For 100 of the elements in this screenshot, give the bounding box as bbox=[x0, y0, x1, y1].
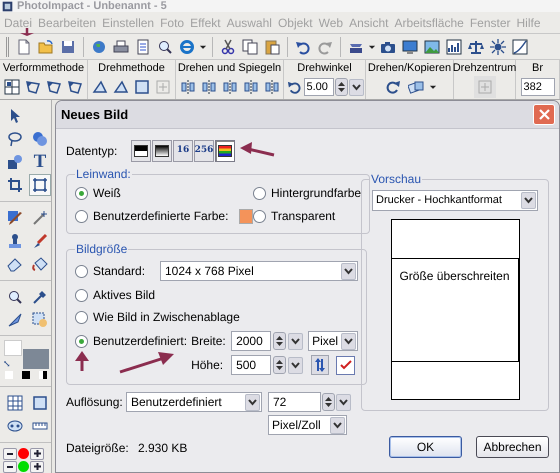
window-title: PhotoImpact - Unbenannt - 5 bbox=[17, 0, 167, 12]
annotation-arrow bbox=[20, 28, 34, 36]
down-triangle-icon bbox=[325, 403, 332, 407]
minus-button[interactable] bbox=[3, 460, 17, 473]
dropdown-arrow-button[interactable] bbox=[341, 332, 356, 350]
dropdown-arrow-button[interactable] bbox=[341, 262, 356, 280]
plus-icon bbox=[34, 463, 40, 470]
toolbar-button[interactable] bbox=[29, 174, 51, 196]
half-filled-square-icon bbox=[134, 145, 148, 157]
radio-button[interactable] bbox=[253, 186, 266, 200]
dropdown-arrow-button[interactable] bbox=[348, 78, 364, 96]
spin-button[interactable] bbox=[322, 393, 335, 411]
dropdown-arrow-button[interactable] bbox=[521, 192, 536, 209]
unit-dropdown[interactable]: Pixel bbox=[308, 331, 358, 351]
magnifier-icon bbox=[7, 288, 23, 305]
chart-icon bbox=[446, 38, 462, 54]
shapes-icon bbox=[7, 154, 23, 170]
plus-icon bbox=[34, 450, 40, 458]
checkmark-button[interactable] bbox=[336, 356, 356, 374]
grid-select-icon bbox=[4, 79, 20, 95]
flip-icon bbox=[200, 79, 216, 95]
dialog-button[interactable]: Abbrechen bbox=[476, 436, 549, 458]
chevron-icon bbox=[344, 338, 354, 344]
radio-button[interactable] bbox=[75, 186, 88, 200]
gradient-square-icon bbox=[155, 145, 169, 157]
wand-icon bbox=[32, 210, 48, 226]
plus-button[interactable] bbox=[30, 448, 44, 460]
group-label: Br bbox=[532, 61, 543, 76]
brush-icon bbox=[7, 210, 23, 226]
field-label: Dateigröße: bbox=[66, 440, 130, 457]
picture-icon bbox=[424, 38, 440, 54]
data-type-button[interactable] bbox=[152, 140, 172, 162]
color-swatch[interactable] bbox=[239, 208, 253, 224]
flip-icon bbox=[180, 79, 196, 95]
field-label: Auflösung: bbox=[66, 394, 124, 411]
radio-button[interactable] bbox=[75, 334, 88, 348]
distort-icon bbox=[67, 79, 83, 95]
data-type-button[interactable]: 16 bbox=[173, 140, 193, 162]
radio-button[interactable] bbox=[75, 210, 88, 222]
dropdown-arrow-button[interactable] bbox=[336, 394, 351, 410]
group-label: Drehmethode bbox=[98, 61, 165, 76]
scissors-icon bbox=[220, 38, 236, 54]
data-type-button[interactable] bbox=[131, 140, 151, 162]
close-icon bbox=[538, 109, 550, 120]
close-button[interactable] bbox=[533, 104, 555, 125]
radio-label: Weiß bbox=[93, 185, 121, 202]
document-icon bbox=[135, 38, 151, 54]
data-type-button[interactable]: 256 bbox=[194, 140, 214, 162]
radio-label: Hintergrundfarbe bbox=[271, 185, 362, 202]
radio-label: Aktives Bild bbox=[93, 287, 156, 304]
globe-icon bbox=[91, 38, 107, 54]
mask-icon bbox=[7, 418, 23, 434]
dropdown-arrow-button[interactable] bbox=[245, 394, 260, 410]
field-label: Höhe: bbox=[191, 357, 224, 374]
tilted-shape-icon bbox=[92, 79, 108, 95]
up-triangle-icon bbox=[325, 397, 332, 401]
link-button[interactable] bbox=[311, 355, 330, 375]
size-dropdown[interactable]: 1024 x 768 Pixel bbox=[160, 261, 358, 281]
unit-dropdown[interactable]: Pixel/Zoll bbox=[268, 415, 347, 435]
down-triangle-icon bbox=[338, 88, 344, 92]
spin-button[interactable] bbox=[273, 356, 286, 374]
resolution-dropdown[interactable]: Benutzerdefiniert bbox=[126, 392, 262, 412]
position-field[interactable]: 382 bbox=[520, 78, 554, 96]
format-dropdown[interactable]: Drucker - Hochkantformat bbox=[372, 190, 538, 211]
group-label: Drehzentrum bbox=[452, 61, 516, 76]
dropdown-arrow-button[interactable] bbox=[288, 356, 304, 374]
text-tool-button[interactable]: T bbox=[29, 151, 51, 173]
group-label: Bildgröße bbox=[75, 241, 128, 258]
scale-icon bbox=[468, 38, 484, 54]
radio-button[interactable] bbox=[75, 310, 88, 324]
foreground-color-swatch[interactable] bbox=[4, 340, 22, 356]
dialog-button[interactable]: OK bbox=[389, 436, 462, 458]
group-label: Drehen und Spiegeln bbox=[178, 61, 282, 76]
field-label: Datentyp: bbox=[66, 143, 118, 160]
tilted-shape-icon bbox=[113, 79, 129, 95]
color-swatch[interactable] bbox=[22, 370, 30, 379]
chevron-icon bbox=[524, 197, 533, 204]
radio-button[interactable] bbox=[75, 288, 88, 302]
radio-label: Standard: bbox=[93, 263, 146, 280]
input-field[interactable]: 72 bbox=[268, 392, 321, 412]
distort-icon bbox=[25, 79, 41, 95]
data-type-button[interactable] bbox=[215, 140, 235, 162]
radio-button[interactable] bbox=[253, 210, 266, 222]
dialog-title: Neues Bild bbox=[61, 106, 128, 124]
chevron-icon bbox=[333, 422, 342, 428]
angle-field[interactable]: 5.00 bbox=[304, 78, 334, 96]
annotation-arrow bbox=[75, 351, 89, 371]
dropdown-arrow-button[interactable] bbox=[288, 332, 304, 350]
background-color-swatch[interactable] bbox=[23, 348, 49, 369]
spin-button[interactable] bbox=[334, 78, 348, 96]
spin-button[interactable] bbox=[273, 332, 286, 350]
plus-button[interactable] bbox=[30, 460, 44, 473]
radio-button[interactable] bbox=[75, 264, 88, 278]
group-label: Drehwinkel bbox=[297, 61, 352, 76]
minus-button[interactable] bbox=[3, 448, 17, 460]
input-field[interactable]: 500 bbox=[231, 355, 272, 375]
input-field[interactable]: 2000 bbox=[231, 331, 272, 351]
up-triangle-icon bbox=[338, 82, 344, 86]
minus-icon bbox=[7, 452, 13, 455]
dropdown-arrow-button[interactable] bbox=[330, 416, 345, 434]
